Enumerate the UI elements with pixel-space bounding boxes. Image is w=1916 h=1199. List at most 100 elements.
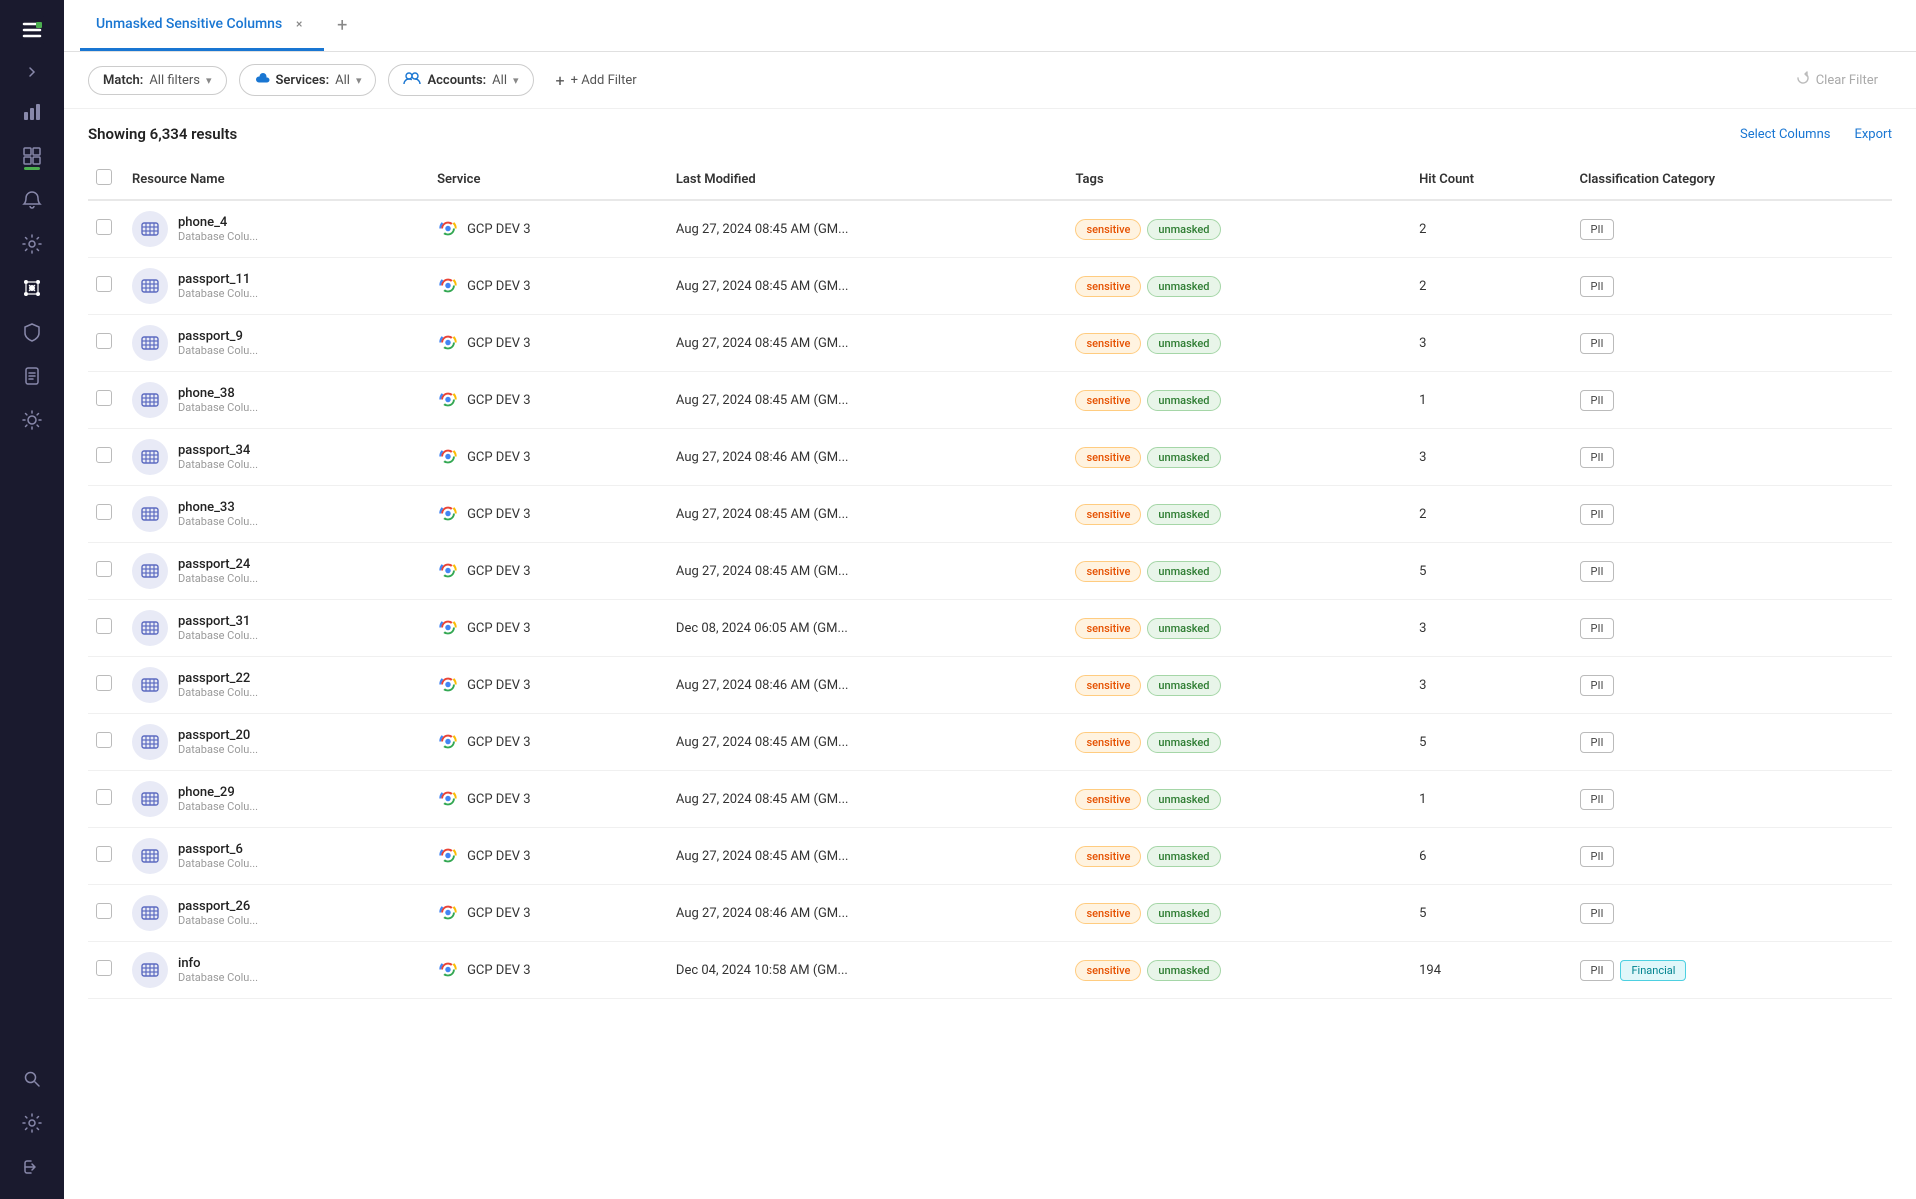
tab-add-button[interactable]: + — [328, 12, 356, 40]
accounts-filter-chip[interactable]: Accounts: All ▾ — [388, 64, 533, 96]
row-checkbox-cell — [88, 200, 120, 258]
service-cell: GCP DEV 3 — [437, 389, 652, 411]
resource-icon — [132, 268, 168, 304]
table-row[interactable]: info Database Colu... GCP DEV 3 Dec 04, … — [88, 942, 1892, 999]
services-chevron-icon: ▾ — [356, 74, 362, 87]
row-service-cell: GCP DEV 3 — [425, 600, 664, 657]
table-row[interactable]: passport_11 Database Colu... GCP DEV 3 A… — [88, 258, 1892, 315]
sidebar-expand-icon[interactable] — [20, 60, 44, 84]
table-row[interactable]: passport_20 Database Colu... GCP DEV 3 A… — [88, 714, 1892, 771]
sidebar-item-sun[interactable] — [12, 400, 52, 440]
row-modified-cell: Aug 27, 2024 08:45 AM (GM... — [664, 543, 1064, 600]
class-badge-pii: PII — [1580, 276, 1615, 297]
table-row[interactable]: phone_38 Database Colu... GCP DEV 3 Aug … — [88, 372, 1892, 429]
row-checkbox-7[interactable] — [96, 618, 112, 634]
table-row[interactable]: passport_26 Database Colu... GCP DEV 3 A… — [88, 885, 1892, 942]
sidebar-item-analytics[interactable] — [12, 92, 52, 132]
row-tags-cell: sensitiveunmasked — [1063, 486, 1407, 543]
resource-info: passport_20 Database Colu... — [178, 728, 258, 756]
gcp-logo-icon — [437, 845, 459, 867]
row-classification-cell: PII — [1568, 771, 1892, 828]
row-service-cell: GCP DEV 3 — [425, 372, 664, 429]
row-checkbox-11[interactable] — [96, 846, 112, 862]
resource-icon — [132, 496, 168, 532]
row-checkbox-8[interactable] — [96, 675, 112, 691]
row-checkbox-4[interactable] — [96, 447, 112, 463]
resource-info: phone_4 Database Colu... — [178, 215, 258, 243]
table-row[interactable]: passport_24 Database Colu... GCP DEV 3 A… — [88, 543, 1892, 600]
row-checkbox-cell — [88, 942, 120, 999]
tab-close-button[interactable]: × — [290, 15, 308, 33]
service-cell: GCP DEV 3 — [437, 788, 652, 810]
export-link[interactable]: Export — [1854, 127, 1892, 142]
select-all-checkbox[interactable] — [96, 169, 112, 185]
gcp-logo-icon — [437, 275, 459, 297]
toolbar: Match: All filters ▾ Services: All ▾ Acc… — [64, 52, 1916, 109]
tag-sensitive: sensitive — [1075, 219, 1141, 240]
table-row[interactable]: passport_22 Database Colu... GCP DEV 3 A… — [88, 657, 1892, 714]
row-checkbox-6[interactable] — [96, 561, 112, 577]
select-columns-link[interactable]: Select Columns — [1740, 127, 1830, 142]
table-row[interactable]: passport_9 Database Colu... GCP DEV 3 Au… — [88, 315, 1892, 372]
add-filter-button[interactable]: + + Add Filter — [546, 65, 647, 96]
sidebar-item-alerts[interactable] — [12, 180, 52, 220]
table-row[interactable]: passport_34 Database Colu... GCP DEV 3 A… — [88, 429, 1892, 486]
class-cell: PII — [1580, 903, 1880, 924]
resource-cell: info Database Colu... — [132, 952, 413, 988]
tab-unmasked-sensitive[interactable]: Unmasked Sensitive Columns × — [80, 0, 324, 51]
table-row[interactable]: passport_31 Database Colu... GCP DEV 3 D… — [88, 600, 1892, 657]
row-checkbox-2[interactable] — [96, 333, 112, 349]
row-tags-cell: sensitiveunmasked — [1063, 543, 1407, 600]
row-checkbox-5[interactable] — [96, 504, 112, 520]
row-checkbox-3[interactable] — [96, 390, 112, 406]
resource-info: passport_24 Database Colu... — [178, 557, 258, 585]
row-tags-cell: sensitiveunmasked — [1063, 315, 1407, 372]
table-row[interactable]: phone_4 Database Colu... GCP DEV 3 Aug 2… — [88, 200, 1892, 258]
sidebar-item-network[interactable] — [12, 268, 52, 308]
select-all-header[interactable] — [88, 159, 120, 200]
tag-unmasked: unmasked — [1147, 846, 1220, 867]
services-filter-chip[interactable]: Services: All ▾ — [239, 64, 377, 96]
row-checkbox-0[interactable] — [96, 219, 112, 235]
tag-cell: sensitiveunmasked — [1075, 219, 1395, 240]
match-filter-chip[interactable]: Match: All filters ▾ — [88, 66, 227, 95]
table-row[interactable]: phone_33 Database Colu... GCP DEV 3 Aug … — [88, 486, 1892, 543]
row-classification-cell: PII — [1568, 657, 1892, 714]
sidebar-item-gear[interactable] — [12, 1103, 52, 1143]
resource-name-text: passport_26 — [178, 899, 258, 914]
col-service: Service — [425, 159, 664, 200]
sidebar-item-dashboard[interactable] — [12, 136, 52, 176]
row-checkbox-12[interactable] — [96, 903, 112, 919]
row-hit-count-cell: 6 — [1407, 828, 1567, 885]
service-name-text: GCP DEV 3 — [467, 792, 530, 807]
resource-info: passport_34 Database Colu... — [178, 443, 258, 471]
row-checkbox-13[interactable] — [96, 960, 112, 976]
row-checkbox-9[interactable] — [96, 732, 112, 748]
row-checkbox-10[interactable] — [96, 789, 112, 805]
sidebar-item-shield[interactable] — [12, 312, 52, 352]
clear-filter-label: Clear Filter — [1816, 73, 1878, 88]
gcp-logo-icon — [437, 959, 459, 981]
clear-filter-button[interactable]: Clear Filter — [1782, 65, 1892, 95]
class-cell: PII — [1580, 618, 1880, 639]
sidebar-item-logout[interactable] — [12, 1147, 52, 1187]
sidebar-item-reports[interactable] — [12, 356, 52, 396]
tag-sensitive: sensitive — [1075, 789, 1141, 810]
row-checkbox-cell — [88, 372, 120, 429]
resource-sub-text: Database Colu... — [178, 572, 258, 585]
row-modified-cell: Aug 27, 2024 08:45 AM (GM... — [664, 486, 1064, 543]
service-cell: GCP DEV 3 — [437, 845, 652, 867]
table-row[interactable]: phone_29 Database Colu... GCP DEV 3 Aug … — [88, 771, 1892, 828]
resource-cell: passport_6 Database Colu... — [132, 838, 413, 874]
sidebar-item-search[interactable] — [12, 1059, 52, 1099]
row-checkbox-cell — [88, 771, 120, 828]
resource-cell: passport_11 Database Colu... — [132, 268, 413, 304]
class-cell: PII — [1580, 447, 1880, 468]
row-hit-count-cell: 2 — [1407, 200, 1567, 258]
table-row[interactable]: passport_6 Database Colu... GCP DEV 3 Au… — [88, 828, 1892, 885]
class-badge-pii: PII — [1580, 903, 1615, 924]
resource-sub-text: Database Colu... — [178, 230, 258, 243]
row-checkbox-1[interactable] — [96, 276, 112, 292]
class-badge-pii: PII — [1580, 732, 1615, 753]
sidebar-item-settings[interactable] — [12, 224, 52, 264]
